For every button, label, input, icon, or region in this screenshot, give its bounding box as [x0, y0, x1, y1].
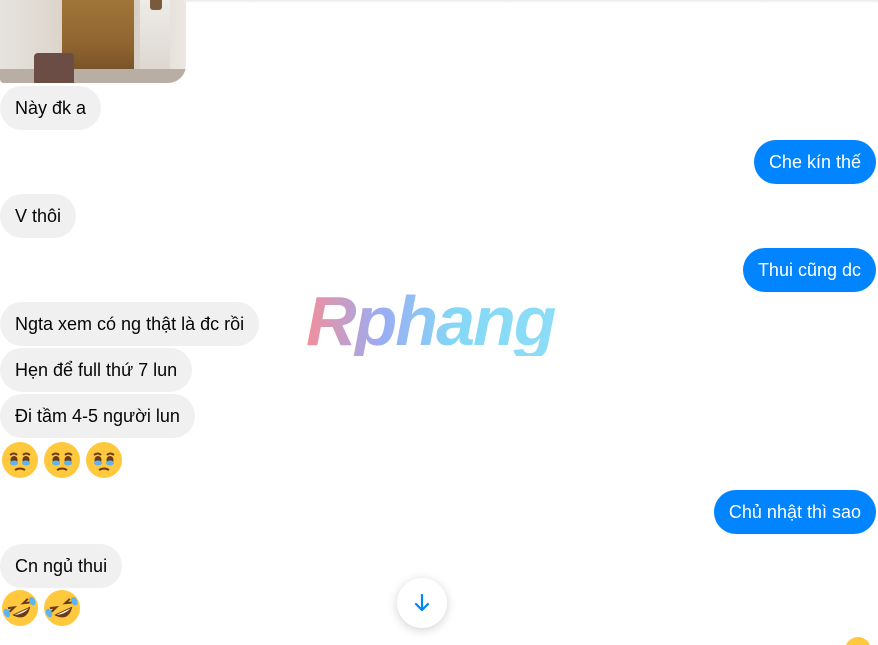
emoji-message[interactable]: [0, 588, 82, 632]
message-bubble-incoming[interactable]: Cn ngủ thui: [0, 544, 123, 588]
scroll-to-bottom-button[interactable]: [397, 578, 447, 628]
message-bubble-incoming[interactable]: Ngta xem có ng thật là đc rồi: [0, 302, 260, 346]
emoji-message[interactable]: [0, 440, 124, 484]
rolling-on-floor-laughing-icon: [2, 590, 38, 626]
watermark-logo: Rphang: [306, 282, 557, 360]
shared-photo[interactable]: [0, 0, 186, 83]
message-bubble-incoming[interactable]: Hẹn để full thứ 7 lun: [0, 348, 193, 392]
message-bubble-incoming[interactable]: Đi tầm 4-5 người lun: [0, 394, 195, 438]
rolling-on-floor-laughing-icon: [44, 590, 80, 626]
message-bubble-incoming[interactable]: V thôi: [0, 194, 77, 238]
message-bubble-outgoing[interactable]: Chủ nhật thì sao: [713, 490, 876, 534]
holding-back-tears-icon: [86, 442, 122, 478]
emoji-partial-icon: [846, 637, 870, 645]
holding-back-tears-icon: [44, 442, 80, 478]
message-bubble-incoming[interactable]: Này đk a: [0, 86, 102, 130]
arrow-down-icon: [414, 593, 430, 612]
message-bubble-outgoing[interactable]: Che kín thế: [753, 140, 876, 184]
message-bubble-outgoing[interactable]: Thui cũng dc: [742, 248, 876, 292]
holding-back-tears-icon: [2, 442, 38, 478]
chat-conversation: Này đk a Che kín thế V thôi Thui cũng dc…: [0, 0, 878, 645]
